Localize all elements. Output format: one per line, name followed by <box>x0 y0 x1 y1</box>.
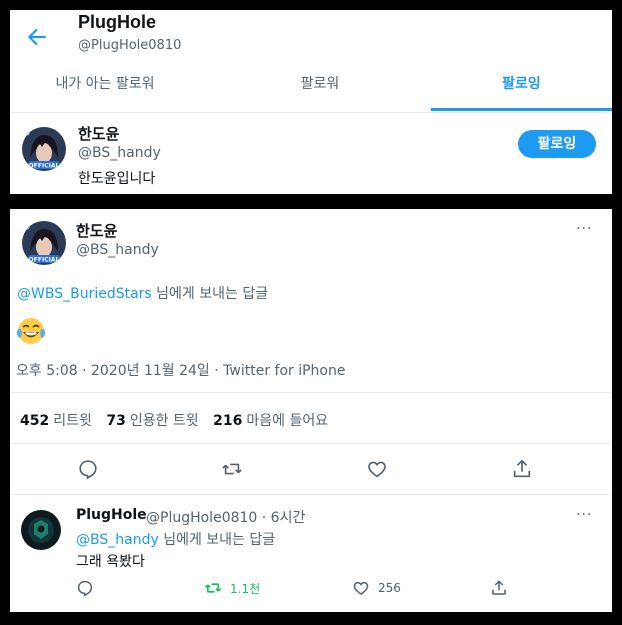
reply-icon[interactable] <box>77 458 99 480</box>
following-user-handle: @BS_handy <box>78 145 161 161</box>
divider <box>10 494 612 495</box>
tweet-author-handle: @BS_handy <box>76 242 159 258</box>
retweet-icon <box>204 583 222 593</box>
share-icon <box>492 580 506 595</box>
tweet-timestamp[interactable]: 오후 5:08 · 2020년 11월 24일 · Twitter for iP… <box>16 360 345 380</box>
reply-suffix: 님에게 보내는 답글 <box>156 286 269 302</box>
avatar-image: OFFICIAL <box>22 221 66 265</box>
reply-reply-button[interactable] <box>76 579 94 599</box>
tab-followers[interactable]: 팔로워 <box>230 64 410 112</box>
reply-like-button[interactable]: 256 <box>352 579 401 599</box>
tab-following[interactable]: 팔로잉 <box>431 64 612 112</box>
reply-text: 그래 욕봤다 <box>76 554 145 570</box>
tears-of-joy-emoji-icon <box>16 318 46 344</box>
following-user-bio: 한도윤입니다 <box>78 171 156 187</box>
avatar-image <box>21 510 61 550</box>
profile-name: PlugHole <box>78 12 157 32</box>
retweet-count-link[interactable]: 452 리트윗 <box>20 413 92 429</box>
like-icon[interactable] <box>366 458 388 480</box>
tweet-panel: OFFICIAL 한도윤 @BS_handy ··· @WBS_BuriedSt… <box>10 209 612 612</box>
reply-author-handle-time: @PlugHole0810 · 6시간 <box>146 510 306 526</box>
reply-avatar[interactable] <box>21 510 61 550</box>
reply-replying-to: @BS_handy 님에게 보내는 답글 <box>76 529 275 549</box>
avatar[interactable]: OFFICIAL <box>22 127 66 171</box>
reply-suffix: 님에게 보내는 답글 <box>163 532 276 548</box>
tab-bar: 내가 아는 팔로워 팔로워 팔로잉 <box>10 64 612 113</box>
active-tab-indicator <box>431 108 612 111</box>
like-icon <box>353 581 369 595</box>
tweet-author-name[interactable]: 한도윤 <box>76 220 117 241</box>
replying-to: @WBS_BuriedStars 님에게 보내는 답글 <box>17 283 268 303</box>
tab-known-followers[interactable]: 내가 아는 팔로워 <box>10 64 200 112</box>
reply-icon <box>77 580 93 597</box>
retweet-icon[interactable] <box>221 458 243 480</box>
following-button[interactable]: 팔로잉 <box>518 130 596 158</box>
reply-share-button[interactable] <box>490 579 508 599</box>
reply-retweet-count: 1.1천 <box>230 581 261 596</box>
like-count-link[interactable]: 216 마음에 들어요 <box>213 413 328 429</box>
profile-handle: @PlugHole0810 <box>78 38 182 53</box>
avatar-image: OFFICIAL <box>22 127 66 171</box>
reply-like-count: 256 <box>378 581 401 595</box>
tweet-avatar[interactable]: OFFICIAL <box>22 221 66 265</box>
share-icon[interactable] <box>511 458 533 480</box>
quote-count-link[interactable]: 73 인용한 트윗 <box>106 413 198 429</box>
reply-mention-link[interactable]: @WBS_BuriedStars <box>17 286 152 302</box>
divider <box>10 392 612 393</box>
reply-mention-link[interactable]: @BS_handy <box>76 532 159 548</box>
following-panel: PlugHole @PlugHole0810 내가 아는 팔로워 팔로워 팔로잉… <box>10 10 612 194</box>
reply-retweet-button[interactable]: 1.1천 <box>204 579 260 599</box>
divider <box>10 443 612 444</box>
more-options-icon[interactable]: ··· <box>576 221 592 237</box>
following-user-name[interactable]: 한도윤 <box>78 123 119 144</box>
reply-more-options-icon[interactable]: ··· <box>576 507 592 523</box>
svg-text:OFFICIAL: OFFICIAL <box>29 163 60 170</box>
tweet-stats: 452 리트윗 73 인용한 트윗 216 마음에 들어요 <box>20 410 338 430</box>
reply-author-name[interactable]: PlugHole <box>76 507 147 523</box>
svg-text:OFFICIAL: OFFICIAL <box>29 257 60 264</box>
back-arrow-icon[interactable] <box>24 24 50 50</box>
